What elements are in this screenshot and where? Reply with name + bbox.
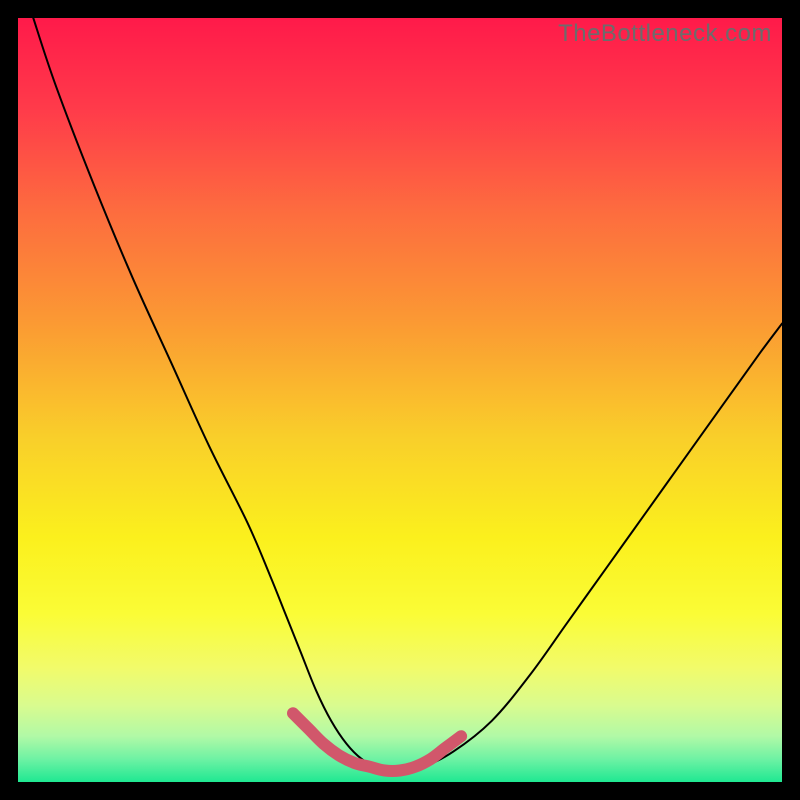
chart-curves (18, 18, 782, 782)
chart-plot-area: TheBottleneck.com (18, 18, 782, 782)
valley-highlight-curve (293, 713, 461, 771)
main-curve (33, 18, 782, 771)
chart-frame: TheBottleneck.com (0, 0, 800, 800)
watermark-text: TheBottleneck.com (558, 20, 772, 48)
